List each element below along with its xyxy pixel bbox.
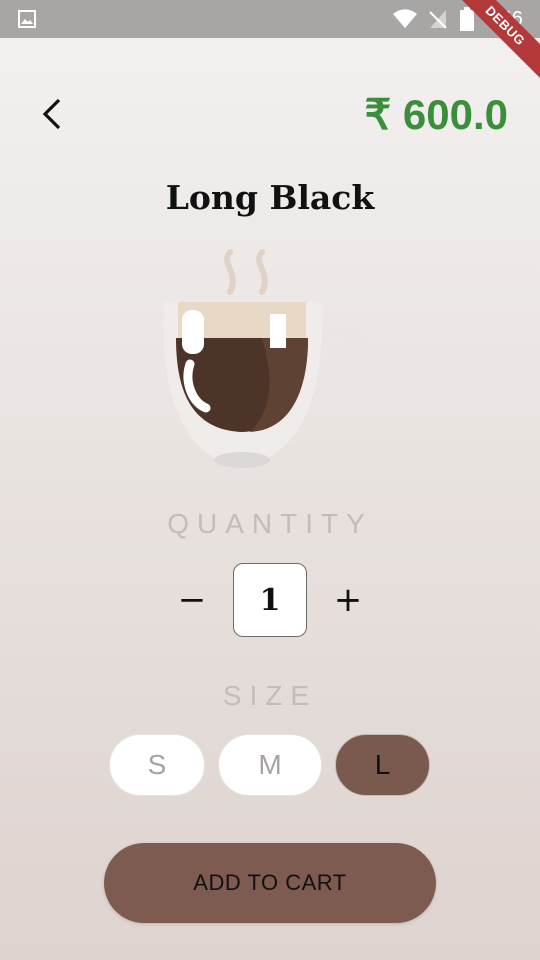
size-option-m[interactable]: M xyxy=(218,734,322,796)
size-option-s[interactable]: S xyxy=(109,734,205,796)
wifi-icon xyxy=(393,9,417,28)
increment-button[interactable]: + xyxy=(328,578,368,622)
back-button[interactable] xyxy=(30,92,74,136)
chevron-left-icon xyxy=(42,98,61,130)
product-title: Long Black xyxy=(165,178,375,217)
status-bar: 4:46 DEBUG xyxy=(0,0,540,88)
quantity-label: QUANTITY xyxy=(167,508,373,539)
no-signal-icon xyxy=(429,10,447,29)
photo-icon xyxy=(18,10,36,28)
debug-banner: DEBUG xyxy=(443,0,540,88)
size-label: SIZE xyxy=(222,680,318,711)
add-to-cart-button[interactable]: ADD TO CART xyxy=(104,843,436,923)
coffee-cup-icon xyxy=(163,249,379,468)
decrement-button[interactable]: − xyxy=(172,578,212,622)
price-label: ₹ 600.0 xyxy=(364,91,509,138)
quantity-value: 1 xyxy=(233,563,307,637)
size-option-l[interactable]: L xyxy=(335,734,430,796)
